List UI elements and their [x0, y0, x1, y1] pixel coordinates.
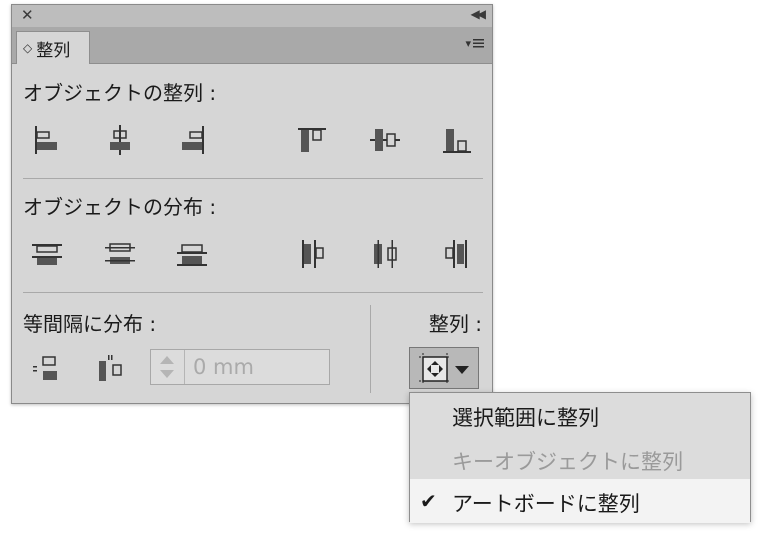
distribute-horizontal-center-button[interactable]	[365, 236, 405, 272]
section-divider	[23, 178, 483, 179]
distribute-left-button[interactable]	[292, 236, 332, 272]
horizontal-distribute-space-icon	[99, 355, 122, 381]
distribute-vertical-center-button[interactable]	[100, 236, 140, 272]
vertical-divider	[370, 305, 371, 393]
align-objects-title: オブジェクトの整列 :	[23, 81, 217, 105]
stepper-arrows[interactable]	[151, 350, 185, 384]
align-to-artboard-icon	[419, 353, 451, 385]
align-to-label: 整列 :	[428, 312, 482, 336]
menu-item-label: 選択範囲に整列	[452, 406, 599, 430]
align-bottom-button[interactable]	[437, 122, 477, 158]
distribute-bottom-button[interactable]	[172, 236, 212, 272]
distribute-horizontal-center-icon	[374, 240, 397, 268]
distribute-vertical-center-icon	[105, 243, 135, 264]
align-right-button[interactable]	[172, 122, 212, 158]
menu-item-label: アートボードに整列	[452, 492, 640, 516]
tab-align[interactable]: ◇ 整列	[16, 31, 90, 64]
distribute-spacing-title: 等間隔に分布 :	[23, 312, 157, 336]
align-horizontal-center-icon	[110, 125, 130, 155]
stepper-down-icon[interactable]	[160, 370, 174, 378]
align-left-icon	[35, 126, 57, 154]
vertical-distribute-space-icon	[33, 356, 57, 380]
close-icon[interactable]: ✕	[21, 6, 34, 24]
align-to-dropdown[interactable]	[409, 347, 479, 389]
menu-item-align-to-selection[interactable]: 選択範囲に整列	[410, 393, 750, 437]
collapse-panel-icon[interactable]: ◀◀	[471, 7, 487, 21]
panel-menu-caret-icon: ▾	[465, 37, 471, 50]
stepper-up-icon[interactable]	[160, 356, 174, 364]
spacing-value[interactable]: 0 mm	[193, 355, 254, 379]
panel-menu-button[interactable]: ▾	[465, 37, 484, 50]
panel-menu-lines-icon	[473, 39, 484, 48]
menu-item-align-to-artboard[interactable]: ✔ アートボードに整列	[410, 479, 750, 523]
align-top-icon	[298, 128, 326, 152]
distribute-left-icon	[302, 240, 324, 268]
distribute-objects-title: オブジェクトの分布 :	[23, 195, 217, 219]
chevron-down-icon[interactable]	[455, 366, 469, 374]
align-vertical-center-button[interactable]	[365, 122, 405, 158]
panel-tab-row: ◇ 整列 ▾	[12, 27, 492, 64]
align-to-menu: 選択範囲に整列 キーオブジェクトに整列 ✔ アートボードに整列	[409, 392, 751, 523]
align-top-button[interactable]	[292, 122, 332, 158]
spacing-stepper[interactable]: 0 mm	[150, 349, 330, 385]
align-right-icon	[182, 126, 204, 154]
distribute-top-icon	[32, 244, 62, 265]
menu-item-label: キーオブジェクトに整列	[452, 450, 683, 474]
menu-item-align-to-key-object: キーオブジェクトに整列	[410, 437, 750, 481]
distribute-bottom-icon	[177, 244, 207, 266]
distribute-top-button[interactable]	[27, 236, 67, 272]
align-horizontal-center-button[interactable]	[100, 122, 140, 158]
distribute-right-icon	[445, 240, 467, 268]
horizontal-distribute-space-button[interactable]	[92, 351, 132, 387]
align-vertical-center-icon	[370, 129, 400, 151]
section-divider	[23, 292, 483, 293]
tab-label: 整列	[36, 40, 71, 61]
align-left-button[interactable]	[27, 122, 67, 158]
align-bottom-icon	[443, 129, 471, 153]
distribute-right-button[interactable]	[437, 236, 477, 272]
vertical-distribute-space-button[interactable]	[27, 351, 67, 387]
align-panel: ✕ ◀◀ ◇ 整列 ▾ オブジェクトの整列 : オブジェクトの分布: 等間隔に…	[11, 4, 493, 404]
panel-titlebar: ✕ ◀◀	[12, 5, 492, 28]
checkmark-icon: ✔	[420, 489, 437, 513]
tab-expand-arrows-icon[interactable]: ◇	[23, 41, 32, 55]
